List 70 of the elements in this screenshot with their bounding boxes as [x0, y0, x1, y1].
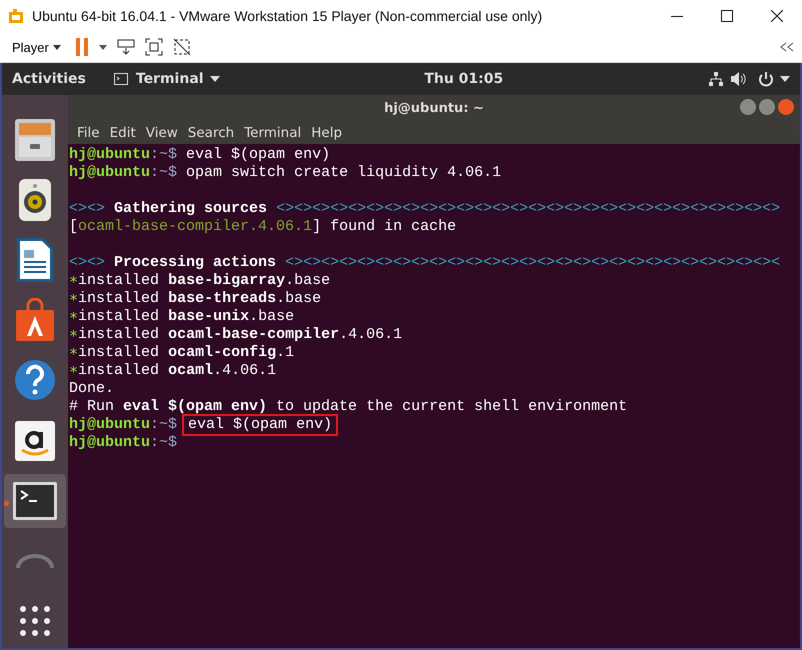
pause-icon[interactable]	[74, 38, 89, 56]
prompt-path: :~$	[150, 434, 178, 452]
terminal-text: Done.	[69, 380, 114, 398]
maximize-icon[interactable]	[721, 10, 733, 22]
banner-title: Processing actions	[114, 254, 276, 272]
clock[interactable]: Thu 01:05	[424, 71, 504, 87]
app-logo-icon	[8, 8, 24, 24]
close-icon[interactable]	[771, 10, 783, 22]
banner-rule: <><><><><><><><><><><><><><><><><><><><><><><><><><><><	[285, 254, 780, 272]
asterisk-text: ∗	[69, 326, 78, 344]
volume-icon[interactable]	[730, 71, 748, 87]
menu-item[interactable]: Edit	[104, 124, 141, 140]
menu-item[interactable]: Help	[306, 124, 348, 140]
prompt-path: :~$	[150, 164, 178, 182]
asterisk-text: ∗	[69, 362, 78, 380]
prompt-path: :~$	[150, 416, 178, 434]
prompt-user: hj@ubuntu	[69, 434, 150, 452]
highlighted-command: eval $(opam env)	[184, 416, 336, 434]
banner-marker: <><>	[69, 200, 106, 218]
asterisk-text: ∗	[69, 308, 78, 326]
hint-message: # Run eval $(opam env) to update the current shell environment	[69, 398, 628, 416]
install-message: installed ocaml-config.1	[78, 344, 294, 362]
command-text: eval $(opam env)	[186, 146, 330, 164]
running-indicator	[4, 500, 9, 506]
menu-item[interactable]: Terminal	[239, 124, 306, 140]
terminal-title: hj@ubuntu: ~	[384, 100, 484, 116]
file-cabinet-icon[interactable]	[13, 117, 57, 164]
menu-item[interactable]: View	[140, 124, 183, 140]
activities-button[interactable]: Activities	[12, 71, 86, 87]
help-icon[interactable]	[14, 359, 56, 402]
prompt-user: hj@ubuntu	[69, 146, 150, 164]
menu-item[interactable]: Search	[182, 124, 240, 140]
caret-icon[interactable]	[98, 44, 107, 50]
install-message: installed base-unix.base	[78, 308, 294, 326]
install-message: installed ocaml.4.06.1	[78, 362, 276, 380]
collapse-icon[interactable]	[780, 42, 794, 52]
network-icon[interactable]	[708, 71, 724, 87]
caret-icon[interactable]	[210, 76, 220, 82]
app-menu[interactable]: Terminal	[136, 71, 204, 87]
terminal-icon	[114, 73, 128, 85]
install-message: installed ocaml-base-compiler.4.06.1	[78, 326, 402, 344]
prompt-user: hj@ubuntu	[69, 164, 150, 182]
asterisk-text: ∗	[69, 290, 78, 308]
cache-message: [ocaml-base-compiler.4.06.1] found in cache	[69, 218, 456, 236]
active-dock-item[interactable]	[4, 474, 66, 528]
asterisk-text: ∗	[69, 272, 78, 290]
menu-item[interactable]: File	[72, 124, 105, 140]
player-menu[interactable]: Player	[8, 40, 65, 54]
unity-off-icon[interactable]	[172, 38, 191, 56]
shopping-bag-icon[interactable]	[14, 298, 56, 342]
speaker-icon[interactable]	[17, 178, 53, 222]
window-title: Ubuntu 64-bit 16.04.1 - VMware Workstation 15 Player (Non-commercial use only)	[32, 8, 544, 24]
command-text: opam switch create liquidity 4.06.1	[186, 164, 502, 182]
app-grid-icon[interactable]	[20, 606, 50, 636]
prompt-path: :~$	[150, 146, 178, 164]
asterisk-text: ∗	[69, 344, 78, 362]
banner-rule: <><><><><><><><><><><><><><><><><><><><><><><><><><><><>	[276, 200, 780, 218]
document-icon[interactable]	[15, 236, 55, 284]
letter-a-icon[interactable]	[14, 420, 56, 462]
send-keys-icon[interactable]	[116, 38, 135, 56]
banner-marker: <><>	[69, 254, 106, 272]
banner-title: Gathering sources	[114, 200, 268, 218]
caret-icon[interactable]	[780, 76, 790, 82]
fullscreen-icon[interactable]	[144, 38, 163, 56]
prompt-user: hj@ubuntu	[69, 416, 150, 434]
install-message: installed base-threads.base	[78, 290, 322, 308]
power-icon[interactable]	[758, 71, 774, 87]
caret-icon	[52, 44, 61, 50]
terminal-icon[interactable]	[12, 480, 58, 521]
install-message: installed base-bigarray.base	[78, 272, 330, 290]
